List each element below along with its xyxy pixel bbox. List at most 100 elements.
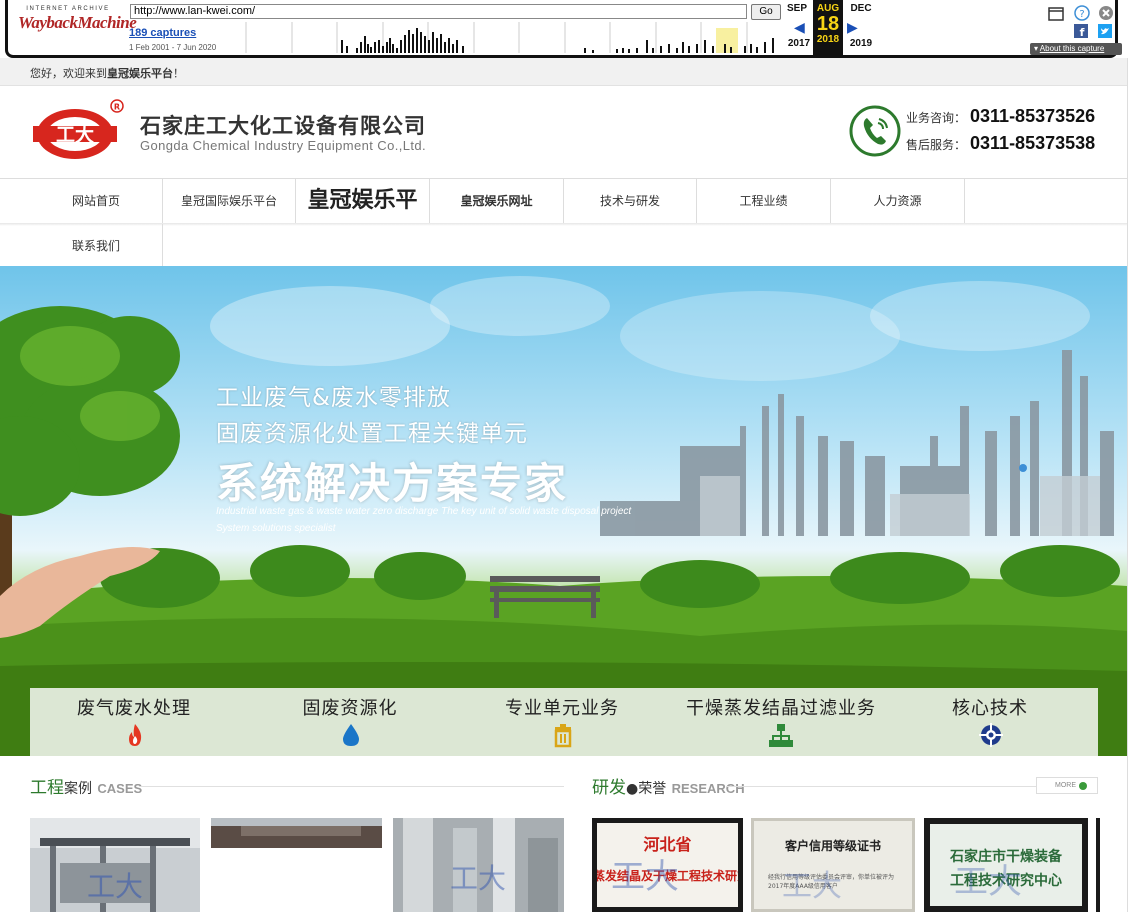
consult-number[interactable]: 0311-85373526 bbox=[970, 106, 1095, 126]
research-title-b: 荣誉 bbox=[638, 781, 667, 797]
cert-2[interactable]: 客户信用等级证书 经我行信用等级评估委员会评审，你单位被评为2017年度AAA级… bbox=[751, 818, 915, 912]
nav-item-crown-url[interactable]: 皇冠娱乐网址 bbox=[430, 179, 564, 223]
wayback-url-input[interactable]: http://www.lan-kwei.com/ bbox=[130, 4, 747, 19]
research-heading: 研发●荣誉 RESEARCH bbox=[592, 773, 745, 798]
research-title-dot: ● bbox=[626, 781, 639, 797]
wayback-toolbar: INTERNET ARCHIVE WaybackMachine http://w… bbox=[5, 0, 1122, 58]
service-waste-gas[interactable]: 废气废水处理 bbox=[34, 688, 234, 756]
wayback-sparkline[interactable] bbox=[236, 22, 781, 53]
cert-3-watermark: 工大 bbox=[954, 862, 1022, 902]
more-arrow-icon bbox=[1079, 782, 1087, 790]
nav-divider bbox=[0, 223, 1127, 226]
banner-headline-1: 工业废气&废水零排放 bbox=[216, 385, 451, 411]
nav-item-hr[interactable]: 人力资源 bbox=[831, 179, 965, 223]
window-icon[interactable] bbox=[1048, 6, 1064, 22]
nav-item-crown-platform[interactable]: 皇冠娱乐平 bbox=[296, 179, 430, 223]
svg-text:工大: 工大 bbox=[56, 123, 94, 146]
service-label: 核心技术 bbox=[952, 698, 1028, 719]
wayback-prev-arrow-icon[interactable]: ◀ bbox=[794, 20, 805, 36]
service-label: 干燥蒸发结晶过滤业务 bbox=[686, 698, 876, 719]
svg-text:工大: 工大 bbox=[450, 862, 506, 895]
cases-divider bbox=[140, 786, 564, 787]
consult-contact: 业务咨询： 0311-85373526 bbox=[906, 106, 1095, 127]
twitter-icon[interactable] bbox=[1098, 24, 1112, 38]
banner-subtitle-en-2: System solutions specialist bbox=[216, 523, 336, 534]
service-label: 固废资源化 bbox=[302, 698, 398, 719]
nav-item-contact[interactable]: 联系我们 bbox=[30, 224, 163, 268]
service-drying-evaporation[interactable]: 干燥蒸发结晶过滤业务 bbox=[676, 688, 886, 756]
wayback-prev-year[interactable]: 2017 bbox=[784, 38, 814, 49]
site-header: 工大 R 石家庄工大化工设备有限公司 Gongda Chemical Indus… bbox=[0, 86, 1127, 178]
wayback-logo[interactable]: INTERNET ARCHIVE WaybackMachine bbox=[18, 6, 137, 48]
about-capture-label: About this capture bbox=[1039, 44, 1105, 53]
wayback-current-day: 18 bbox=[816, 13, 840, 35]
wayback-prev-month[interactable]: SEP bbox=[784, 0, 810, 14]
cert-3[interactable]: 石家庄市干燥装备 工程技术研究中心 工大 bbox=[924, 818, 1088, 912]
hero-banner: 工业废气&废水零排放 固废资源化处置工程关键单元 系统解决方案专家 Indust… bbox=[0, 266, 1127, 756]
network-icon bbox=[769, 724, 793, 747]
svg-text:工大: 工大 bbox=[87, 870, 143, 903]
wayback-current-year: 2018 bbox=[816, 34, 840, 45]
wayback-next-month-label: DEC bbox=[850, 3, 872, 14]
cert-1[interactable]: 河北省 蒸发结晶及干燥工程技术研究中心 工大 bbox=[592, 818, 743, 912]
service-solid-waste[interactable]: 固废资源化 bbox=[250, 688, 450, 756]
case-thumb-3[interactable]: 工大 bbox=[393, 818, 564, 912]
wayback-next-arrow-icon[interactable]: ▶ bbox=[847, 20, 858, 36]
research-divider bbox=[726, 786, 1036, 787]
welcome-prefix: 您好，欢迎来到 bbox=[30, 67, 107, 80]
cases-title-b: 案例 bbox=[64, 781, 92, 797]
nav-item-projects[interactable]: 工程业绩 bbox=[697, 179, 831, 223]
nav-item-tech-rd[interactable]: 技术与研发 bbox=[564, 179, 697, 223]
wayback-capture-range: 1 Feb 2001 - 7 Jun 2020 bbox=[129, 43, 217, 52]
research-title-en: RESEARCH bbox=[671, 781, 745, 796]
research-more-button[interactable]: MORE bbox=[1036, 777, 1098, 794]
wayback-logo-top: INTERNET ARCHIVE bbox=[26, 6, 110, 12]
close-icon[interactable] bbox=[1098, 5, 1114, 21]
cert-2-watermark: 工大 bbox=[782, 869, 842, 904]
page-scrollbar-edge bbox=[1127, 58, 1140, 912]
case-image-2 bbox=[211, 818, 382, 848]
cert-4-edge bbox=[1096, 818, 1100, 912]
more-label: MORE bbox=[1055, 782, 1076, 789]
cert-1-watermark: 工大 bbox=[611, 857, 679, 897]
wayback-next-year[interactable]: 2019 bbox=[846, 38, 876, 49]
banner-headline-2: 固废资源化处置工程关键单元 bbox=[216, 421, 528, 447]
case-thumb-2[interactable] bbox=[211, 818, 382, 848]
service-special-unit[interactable]: 专业单元业务 bbox=[462, 688, 662, 756]
service-label: 售后服务： bbox=[906, 138, 967, 152]
company-name-en: Gongda Chemical Industry Equipment Co.,L… bbox=[140, 138, 427, 153]
service-number[interactable]: 0311-85373538 bbox=[970, 133, 1095, 153]
wayback-captures-link[interactable]: 189 captures bbox=[129, 27, 196, 39]
flame-icon bbox=[129, 724, 142, 746]
case-thumb-1[interactable]: 工大 bbox=[30, 818, 200, 912]
nav-item-crown-intl[interactable]: 皇冠国际娱乐平台 bbox=[163, 179, 296, 223]
wayback-next-month[interactable]: DEC bbox=[846, 0, 876, 14]
cert-2-title: 客户信用等级证书 bbox=[784, 839, 881, 853]
service-core-tech[interactable]: 核心技术 bbox=[890, 688, 1090, 756]
about-capture-dropdown[interactable]: ▾ About this capture bbox=[1030, 43, 1122, 55]
cases-title-a: 工程 bbox=[30, 778, 64, 798]
case-image-1: 工大 bbox=[30, 818, 200, 912]
welcome-text: 您好，欢迎来到皇冠娱乐平台！ bbox=[30, 65, 184, 81]
case-image-3: 工大 bbox=[393, 818, 564, 912]
service-label: 废气废水处理 bbox=[77, 698, 191, 719]
wayback-next-year-label: 2019 bbox=[849, 38, 873, 49]
company-name-cn: 石家庄工大化工设备有限公司 bbox=[140, 114, 426, 138]
cases-title-en: CASES bbox=[97, 781, 143, 796]
help-icon[interactable]: ? bbox=[1074, 5, 1090, 21]
phone-icon bbox=[849, 105, 901, 157]
service-contact: 售后服务： 0311-85373538 bbox=[906, 133, 1095, 154]
nav-item-home[interactable]: 网站首页 bbox=[30, 179, 163, 223]
svg-text:R: R bbox=[114, 103, 120, 112]
cases-heading: 工程案例 CASES bbox=[30, 773, 142, 798]
facebook-icon[interactable]: f bbox=[1074, 24, 1088, 38]
welcome-site-name: 皇冠娱乐平台 bbox=[107, 67, 173, 80]
wayback-go-button[interactable]: Go bbox=[751, 4, 781, 20]
gongda-logo[interactable]: 工大 R bbox=[29, 98, 127, 160]
wayback-prev-month-label: SEP bbox=[786, 3, 807, 14]
droplet-icon bbox=[343, 724, 359, 746]
wayback-logo-main: WaybackMachine bbox=[18, 13, 137, 32]
service-label: 专业单元业务 bbox=[505, 698, 619, 719]
services-strip: 废气废水处理 固废资源化 专业单元业务 干燥蒸发结晶过滤业务 核心技术 bbox=[30, 688, 1098, 756]
banner-headline-3: 系统解决方案专家 bbox=[216, 459, 569, 508]
